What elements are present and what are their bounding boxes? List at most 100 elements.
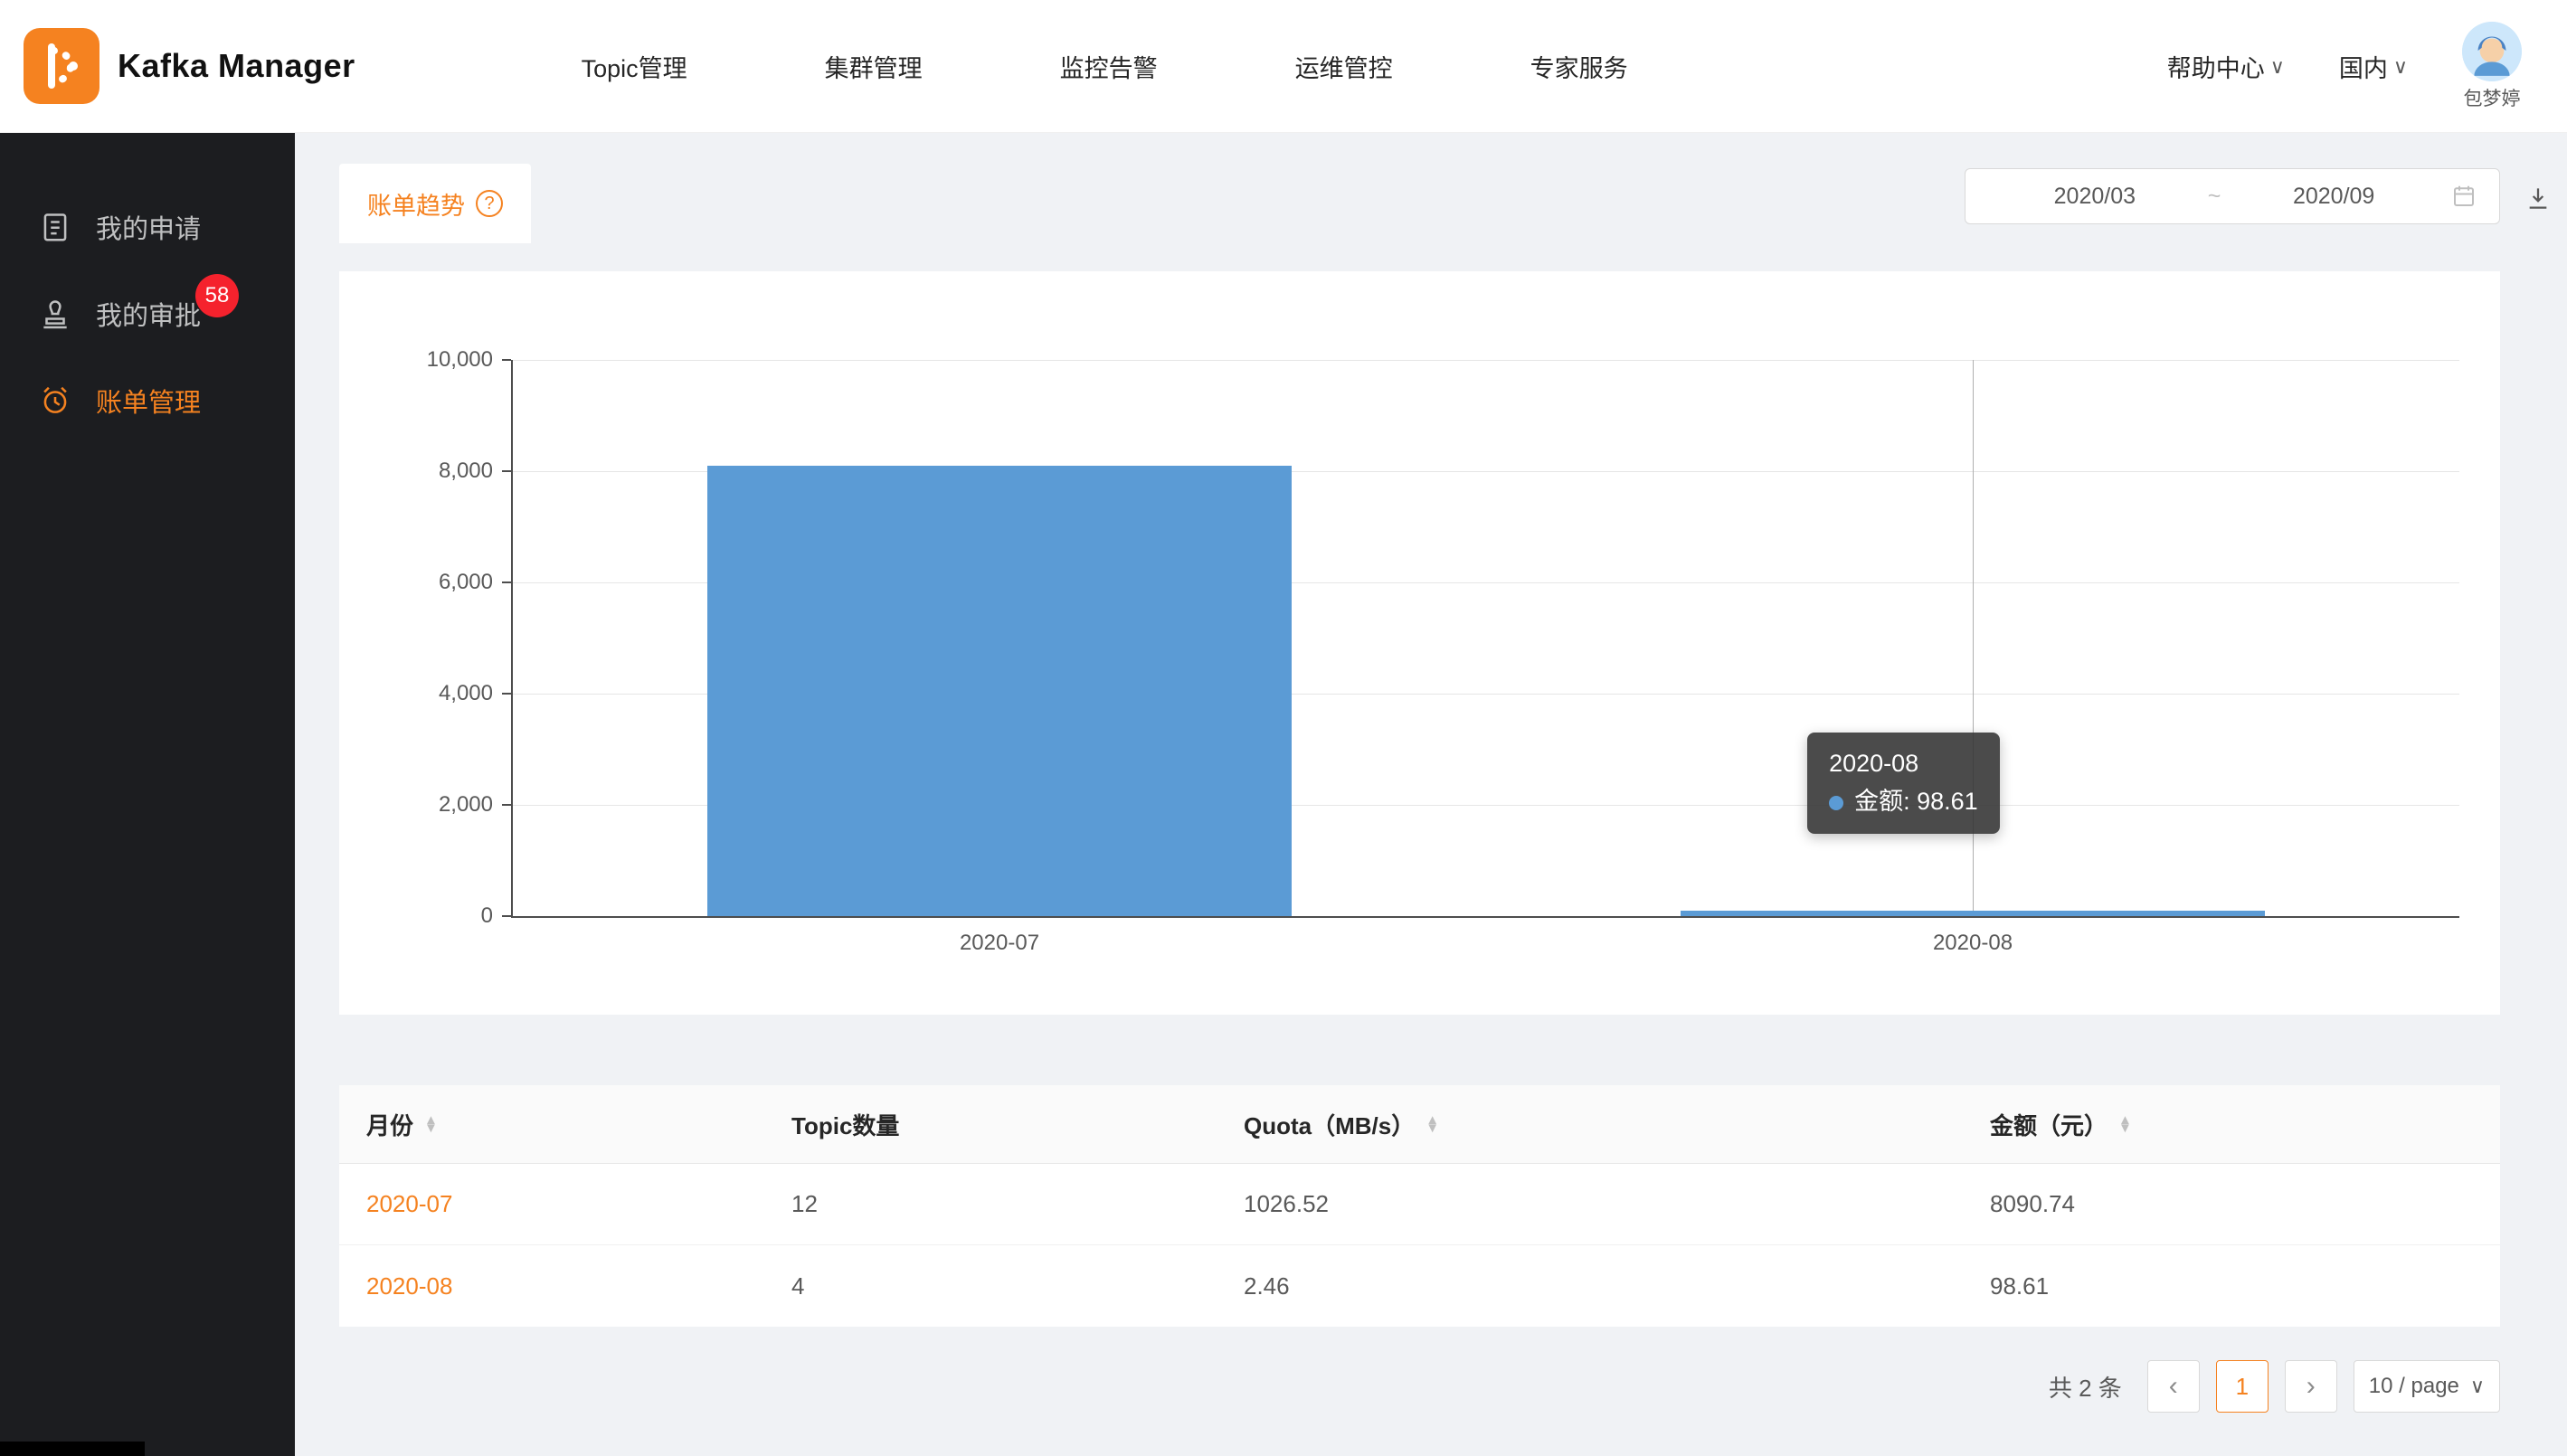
chevron-down-icon: ∨	[2393, 55, 2408, 79]
sidebar-item-my-applications[interactable]: 我的申请	[0, 184, 295, 270]
nav-ops[interactable]: 运维管控	[1295, 49, 1393, 84]
quota-cell: 1026.52	[1244, 1190, 1990, 1218]
column-header-quota[interactable]: Quota（MB/s） ▲▼	[1244, 1108, 1990, 1141]
prev-page-button[interactable]: ‹	[2147, 1360, 2200, 1413]
tab-bill-trend[interactable]: 账单趋势 ?	[339, 164, 531, 243]
page: Kafka Manager Topic管理 集群管理 监控告警 运维管控 专家服…	[0, 0, 2567, 1456]
topic-count-cell: 12	[791, 1190, 1244, 1218]
column-header-label: Topic数量	[791, 1108, 899, 1141]
avatar-icon	[2462, 22, 2522, 81]
pagination: 共 2 条 ‹ 1 › 10 / page ∨	[2049, 1360, 2500, 1413]
chevron-down-icon: ∨	[2470, 1375, 2485, 1398]
sidebar-item-label: 我的申请	[96, 208, 201, 246]
tab-bill-trend-label: 账单趋势	[367, 186, 465, 222]
sidebar-item-label: 我的审批	[96, 295, 201, 333]
header-right: 帮助中心∨ 国内∨ 包梦婷	[2167, 0, 2522, 133]
column-header-amount[interactable]: 金额（元） ▲▼	[1990, 1108, 2473, 1141]
y-axis-tick	[502, 693, 511, 695]
date-range-picker[interactable]: 2020/03 ~ 2020/09	[1965, 168, 2500, 224]
y-axis-tick	[502, 359, 511, 361]
main-content: 账单趋势 ? 2020/03 ~ 2020/09	[295, 133, 2567, 1456]
app-title: Kafka Manager	[118, 47, 355, 85]
sort-icon[interactable]: ▲▼	[424, 1116, 438, 1133]
sort-down-icon: ▼	[2118, 1124, 2132, 1132]
sidebar-item-my-approvals[interactable]: 我的审批 58	[0, 270, 295, 357]
date-end-value: 2020/09	[2226, 184, 2441, 210]
sort-icon[interactable]: ▲▼	[2118, 1116, 2132, 1133]
download-button[interactable]	[2520, 180, 2556, 216]
page-1-button[interactable]: 1	[2216, 1360, 2269, 1413]
topic-count-cell: 4	[791, 1272, 1244, 1300]
table-row: 2020-07 12 1026.52 8090.74	[339, 1164, 2500, 1245]
nav-monitor[interactable]: 监控告警	[1060, 49, 1158, 84]
app-logo[interactable]	[24, 28, 99, 104]
column-header-label: Quota（MB/s）	[1244, 1108, 1415, 1141]
bar-2020-07[interactable]	[707, 466, 1292, 916]
top-header: Kafka Manager Topic管理 集群管理 监控告警 运维管控 专家服…	[0, 0, 2567, 133]
month-link[interactable]: 2020-07	[366, 1190, 791, 1218]
date-range-separator: ~	[2202, 184, 2227, 210]
logo-icon	[24, 28, 99, 104]
y-axis-label: 0	[481, 903, 493, 929]
user-name: 包梦婷	[2464, 84, 2521, 111]
amount-cell: 98.61	[1990, 1272, 2473, 1300]
series-dot-icon	[1829, 796, 1843, 810]
user-menu[interactable]: 包梦婷	[2462, 22, 2522, 111]
date-start-value: 2020/03	[1987, 184, 2202, 210]
approvals-count-badge: 58	[195, 274, 239, 317]
y-axis-tick	[502, 581, 511, 583]
stamp-icon	[38, 297, 72, 331]
top-nav: Topic管理 集群管理 监控告警 运维管控 专家服务	[582, 49, 1628, 84]
y-axis-tick	[502, 470, 511, 472]
y-axis-label: 4,000	[439, 681, 493, 706]
nav-expert[interactable]: 专家服务	[1530, 49, 1628, 84]
y-axis-label: 10,000	[427, 347, 493, 373]
column-header-label: 月份	[366, 1108, 413, 1141]
chart-tooltip: 2020-08 金额: 98.61	[1807, 733, 2000, 834]
page-size-select[interactable]: 10 / page ∨	[2354, 1360, 2500, 1413]
billing-icon	[38, 383, 72, 418]
column-header-topic-count: Topic数量	[791, 1108, 1244, 1141]
help-question-icon[interactable]: ?	[476, 190, 503, 217]
bill-trend-chart-card: 10,000 8,000 6,000 4,000 2,000 0 2020-07…	[339, 271, 2500, 1015]
region-label: 国内	[2339, 49, 2388, 84]
sort-down-icon: ▼	[1426, 1124, 1439, 1132]
help-center-dropdown[interactable]: 帮助中心∨	[2167, 49, 2285, 84]
avatar	[2462, 22, 2522, 81]
sidebar: 我的申请 我的审批 58 账单管理	[0, 133, 295, 1456]
sidebar-item-label: 账单管理	[96, 382, 201, 420]
sidebar-collapse-strip[interactable]	[0, 1442, 145, 1456]
tooltip-value-line: 金额: 98.61	[1829, 783, 1978, 821]
page-size-value: 10 / page	[2369, 1374, 2459, 1399]
column-header-label: 金额（元）	[1990, 1108, 2108, 1141]
x-axis-label: 2020-08	[1933, 931, 2013, 956]
sort-icon[interactable]: ▲▼	[1426, 1116, 1439, 1133]
y-axis-tick	[502, 915, 511, 917]
next-page-button[interactable]: ›	[2285, 1360, 2337, 1413]
bar-2020-08[interactable]	[1681, 911, 2265, 916]
tooltip-value-text: 金额: 98.61	[1854, 788, 1978, 815]
nav-cluster[interactable]: 集群管理	[825, 49, 923, 84]
y-axis-label: 8,000	[439, 459, 493, 484]
y-axis-label: 2,000	[439, 792, 493, 818]
quota-cell: 2.46	[1244, 1272, 1990, 1300]
month-link[interactable]: 2020-08	[366, 1272, 791, 1300]
total-count-label: 共 2 条	[2049, 1370, 2122, 1404]
gridline	[513, 360, 2459, 361]
amount-cell: 8090.74	[1990, 1190, 2473, 1218]
region-dropdown[interactable]: 国内∨	[2339, 49, 2408, 84]
chevron-down-icon: ∨	[2270, 55, 2285, 79]
table-row: 2020-08 4 2.46 98.61	[339, 1245, 2500, 1327]
clipboard-icon	[38, 210, 72, 244]
y-axis-tick	[502, 804, 511, 806]
x-axis-label: 2020-07	[960, 931, 1039, 956]
column-header-month[interactable]: 月份 ▲▼	[366, 1108, 791, 1141]
bar-chart-plot: 10,000 8,000 6,000 4,000 2,000 0 2020-07…	[511, 360, 2459, 918]
tooltip-title: 2020-08	[1829, 745, 1978, 783]
sidebar-item-billing[interactable]: 账单管理	[0, 357, 295, 444]
help-center-label: 帮助中心	[2167, 49, 2265, 84]
sort-down-icon: ▼	[424, 1124, 438, 1132]
nav-topic[interactable]: Topic管理	[582, 49, 687, 84]
y-axis-label: 6,000	[439, 570, 493, 595]
table-header-row: 月份 ▲▼ Topic数量 Quota（MB/s） ▲▼ 金额（元） ▲▼	[339, 1085, 2500, 1164]
